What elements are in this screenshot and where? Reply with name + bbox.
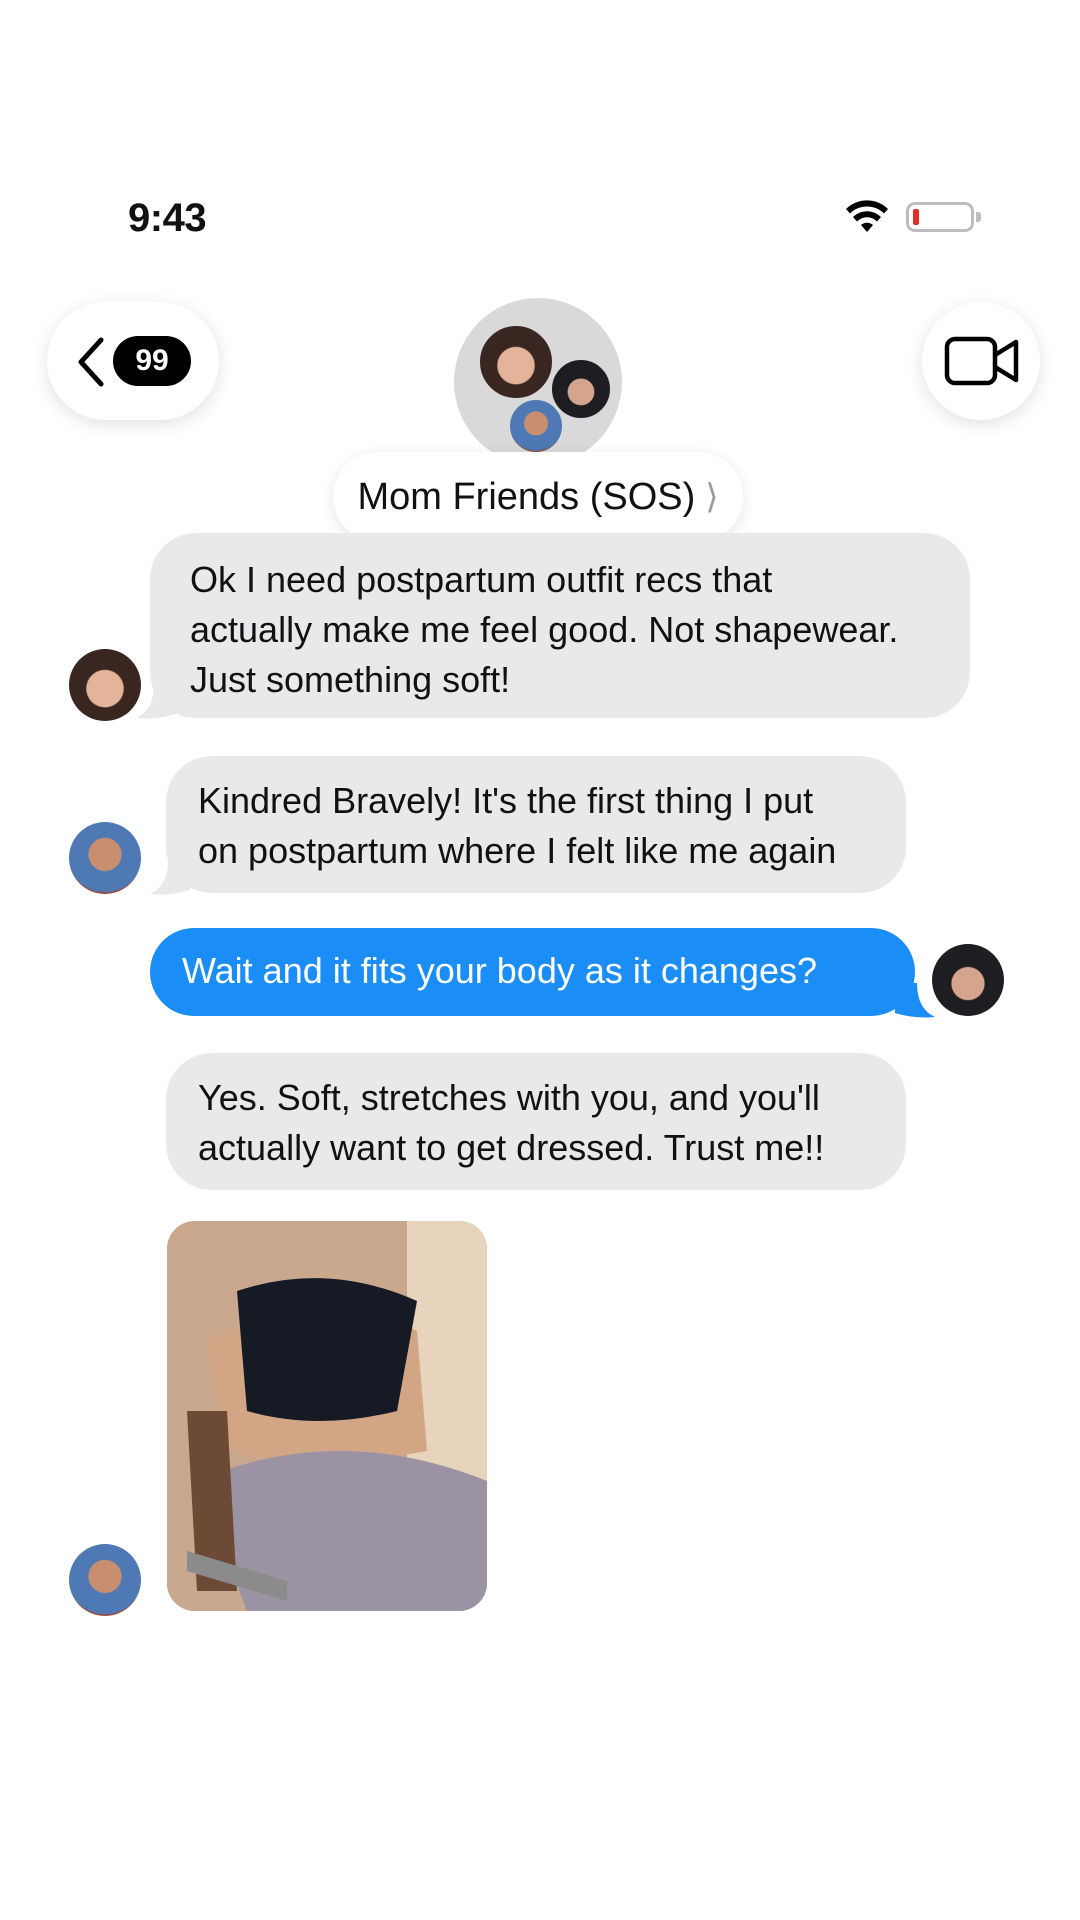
message-bubble-outgoing[interactable]: Wait and it fits your body as it changes… [150,928,915,1016]
message-line: on postpartum where I felt like me again [198,830,837,871]
message-line: Kindred Bravely! It's the first thing I … [198,780,814,821]
group-name: Mom Friends (SOS) [357,475,696,518]
message-bubble-incoming[interactable]: Yes. Soft, stretches with you, and you'l… [166,1053,906,1190]
unread-badge: 99 [113,336,191,386]
sender-avatar [69,1544,141,1616]
status-time: 9:43 [128,196,207,240]
battery-icon [906,202,974,232]
group-avatar[interactable] [454,298,622,466]
message-bubble-incoming[interactable]: Kindred Bravely! It's the first thing I … [166,756,906,893]
sender-avatar [69,649,141,721]
message-line: actually want to get dressed. Trust me!! [198,1127,825,1168]
message-line: actually make me feel good. Not shapewea… [190,609,899,650]
sender-avatar [69,822,141,894]
chevron-right-icon: ⟩ [705,478,719,516]
message-line: Just something soft! [190,659,511,700]
wifi-icon [846,200,888,232]
member-avatar-1 [478,324,554,400]
back-button[interactable]: 99 [47,302,219,420]
my-avatar [932,944,1004,1016]
chevron-left-icon [78,337,104,387]
video-camera-icon [944,336,1019,386]
group-name-pill[interactable]: Mom Friends (SOS) ⟩ [333,452,743,542]
message-photo[interactable] [167,1221,487,1611]
photo-content [167,1221,487,1611]
battery-nub [976,212,981,222]
message-line: Yes. Soft, stretches with you, and you'l… [198,1077,820,1118]
message-line: Wait and it fits your body as it changes… [182,950,817,991]
member-avatar-3 [508,398,564,454]
message-line: Ok I need postpartum outfit recs that [190,559,773,600]
video-call-button[interactable] [922,302,1040,420]
message-bubble-incoming[interactable]: Ok I need postpartum outfit recs that ac… [150,533,970,718]
